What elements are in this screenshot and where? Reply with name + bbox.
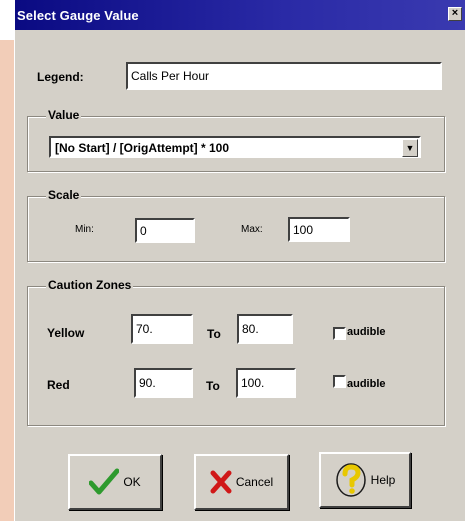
help-button[interactable]: Help: [319, 452, 411, 508]
red-audible-label: audible: [347, 378, 386, 390]
legend-label: Legend:: [37, 70, 84, 84]
yellow-to-label: To: [207, 327, 221, 341]
red-to-input[interactable]: [236, 368, 296, 398]
value-selected: [No Start] / [OrigAttempt] * 100: [55, 141, 230, 155]
red-to-label: To: [206, 379, 220, 393]
ok-button[interactable]: OK: [68, 454, 162, 510]
yellow-audible-checkbox[interactable]: [333, 327, 346, 340]
min-input[interactable]: [135, 218, 195, 243]
cancel-button[interactable]: Cancel: [194, 454, 289, 510]
x-icon: [210, 470, 232, 494]
background-strip: [0, 0, 14, 40]
red-audible-checkbox[interactable]: [333, 375, 346, 388]
red-label: Red: [47, 378, 70, 392]
help-button-label: Help: [370, 473, 396, 487]
caution-zones-group: Caution Zones: [27, 278, 445, 426]
max-label: Max:: [241, 224, 263, 235]
cancel-button-label: Cancel: [235, 475, 274, 489]
legend-input[interactable]: [126, 62, 442, 90]
min-label: Min:: [75, 224, 94, 235]
ok-button-label: OK: [123, 475, 141, 489]
select-gauge-value-dialog: Select Gauge Value × Legend: Value [No S…: [14, 0, 465, 521]
question-mark-icon: [335, 462, 367, 498]
titlebar[interactable]: Select Gauge Value ×: [15, 0, 465, 30]
checkmark-icon: [89, 468, 120, 496]
yellow-label: Yellow: [47, 326, 85, 340]
scale-group-title: Scale: [46, 188, 82, 202]
window-title: Select Gauge Value: [17, 7, 139, 23]
value-group-title: Value: [46, 108, 82, 122]
yellow-to-input[interactable]: [237, 314, 293, 344]
yellow-from-input[interactable]: [131, 314, 193, 344]
max-input[interactable]: [288, 217, 350, 242]
value-select[interactable]: [No Start] / [OrigAttempt] * 100 ▼: [49, 136, 421, 158]
yellow-audible-label: audible: [347, 326, 386, 338]
red-from-input[interactable]: [134, 368, 193, 398]
chevron-down-icon[interactable]: ▼: [402, 139, 418, 157]
caution-zones-title: Caution Zones: [46, 278, 134, 292]
close-icon[interactable]: ×: [448, 7, 462, 21]
background-panel: [0, 0, 15, 521]
